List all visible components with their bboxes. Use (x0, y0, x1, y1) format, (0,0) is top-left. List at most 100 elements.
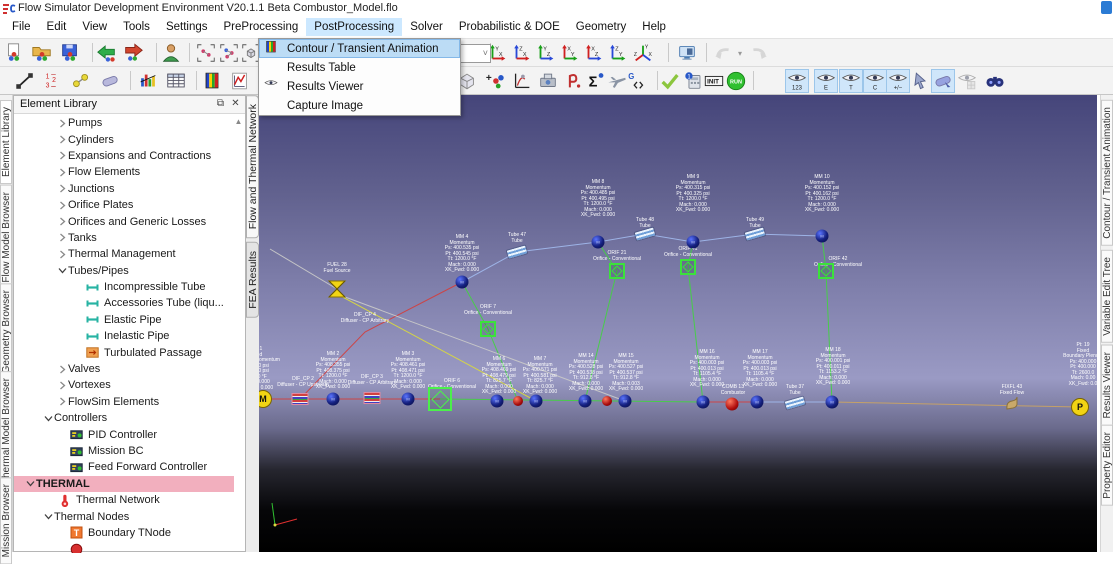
tab-property-editor[interactable]: Property Editor (1101, 425, 1113, 506)
momentum-node[interactable]: M (687, 236, 700, 249)
view-xz-icon[interactable]: XZ (582, 41, 606, 65)
tab-contour-transient-animation[interactable]: Contour / Transient Animation (1101, 100, 1113, 246)
renumber-icon[interactable]: 123 (41, 69, 65, 93)
show-signs-icon[interactable]: +/− (886, 69, 910, 93)
import-icon[interactable] (95, 41, 119, 65)
fit-selection-icon[interactable] (194, 41, 218, 65)
tab-flow-model-browser[interactable]: Flow Model Browser (0, 185, 12, 290)
menu-view[interactable]: View (74, 18, 115, 36)
momentum-node[interactable]: M (826, 396, 839, 409)
diffuser-element[interactable] (292, 393, 309, 405)
chevron-right-icon[interactable] (56, 184, 68, 193)
contour-display-icon[interactable] (200, 69, 224, 93)
tube-element-icon[interactable] (98, 69, 122, 93)
show-elements-icon[interactable]: E (814, 69, 838, 93)
chevron-right-icon[interactable] (56, 250, 68, 259)
open-model-icon[interactable] (30, 41, 54, 65)
chevron-right-icon[interactable] (56, 397, 68, 406)
curve-p-icon[interactable] (562, 69, 586, 93)
momentum-node[interactable]: M (697, 396, 710, 409)
momentum-node[interactable]: M (402, 393, 415, 406)
menu-postprocessing[interactable]: PostProcessing (306, 18, 402, 36)
tree-item-partial[interactable] (14, 541, 234, 553)
menu-tools[interactable]: Tools (115, 18, 158, 36)
scroll-up-icon[interactable]: ▲ (232, 117, 245, 126)
run-icon[interactable]: RUN (724, 69, 748, 93)
chain-icon[interactable] (69, 69, 93, 93)
menu-probabilistic-doe[interactable]: Probabilistic & DOE (451, 18, 568, 36)
menu-geometry[interactable]: Geometry (568, 18, 635, 36)
chevron-down-icon[interactable] (24, 479, 36, 488)
fixed-flow-element[interactable] (1004, 396, 1020, 410)
menu-solver[interactable]: Solver (402, 18, 451, 36)
canvas-tab-flow-and-thermal-network[interactable]: Flow and Thermal Network (246, 95, 259, 238)
show-connections-icon[interactable]: C (863, 69, 887, 93)
menu-file[interactable]: File (4, 18, 39, 36)
view-zx-icon[interactable]: ZX (510, 41, 534, 65)
orifice-element[interactable] (428, 387, 452, 411)
user-profile-icon[interactable] (159, 41, 183, 65)
create-element-icon[interactable] (13, 69, 37, 93)
menu-preprocessing[interactable]: PreProcessing (216, 18, 307, 36)
tree-item-turbulated-passage[interactable]: Turbulated Passage (14, 344, 234, 360)
tree-item-accessories-tube-liqu-[interactable]: Accessories Tube (liqu... (14, 295, 234, 311)
element-node[interactable] (602, 396, 612, 406)
combustor-element[interactable] (726, 398, 739, 411)
find-binoculars-icon[interactable] (983, 69, 1007, 93)
chevron-right-icon[interactable] (56, 381, 68, 390)
redo-icon[interactable] (746, 41, 770, 65)
fit-network-icon[interactable] (217, 41, 241, 65)
tree-item-elastic-pipe[interactable]: Elastic Pipe (14, 312, 234, 328)
chevron-down-icon[interactable] (56, 266, 68, 275)
show-grid-icon[interactable] (955, 69, 979, 93)
tree-item-tubes-pipes[interactable]: Tubes/Pipes (14, 263, 234, 279)
tree-item-valves[interactable]: Valves (14, 361, 234, 377)
undo-icon[interactable] (712, 41, 736, 65)
momentum-node[interactable]: M (491, 395, 504, 408)
chevron-right-icon[interactable] (56, 365, 68, 374)
boundary-node[interactable]: P (1071, 398, 1089, 416)
element-node[interactable] (513, 396, 523, 406)
chevron-right-icon[interactable] (56, 168, 68, 177)
momentum-node[interactable]: M (816, 230, 829, 243)
momentum-node[interactable]: M (456, 276, 469, 289)
menu-item-contour-transient-animation[interactable]: Contour / Transient Animation (259, 39, 460, 58)
tab-element-library[interactable]: Element Library (0, 100, 12, 184)
orifice-element[interactable] (680, 259, 696, 275)
tree-item-flow-elements[interactable]: Flow Elements (14, 164, 234, 180)
view-yz-icon[interactable]: YZ (534, 41, 558, 65)
canvas-tab-fea-results[interactable]: FEA Results (246, 242, 259, 318)
float-panel-button[interactable]: ⧉ (214, 98, 227, 109)
new-model-icon[interactable] (2, 41, 26, 65)
menu-edit[interactable]: Edit (39, 18, 75, 36)
tree-item-mission-bc[interactable]: Mission BC (14, 443, 234, 459)
menu-item-results-viewer[interactable]: Results Viewer (259, 77, 460, 96)
menu-item-capture-image[interactable]: Capture Image (259, 96, 460, 115)
tree-item-thermal-management[interactable]: Thermal Management (14, 246, 234, 262)
tree-scrollbar[interactable]: ▲ (232, 115, 245, 553)
tab-results-viewer[interactable]: Results Viewer (1101, 345, 1113, 426)
screen-layout-icon[interactable] (675, 41, 699, 65)
results-plot-icon[interactable] (228, 69, 252, 93)
pointer-icon[interactable] (908, 69, 932, 93)
fuel-source-element[interactable] (324, 279, 350, 299)
view-iso-icon[interactable]: YZX (631, 41, 655, 65)
momentum-node[interactable]: M (530, 395, 543, 408)
undo-dropdown-caret[interactable]: ▾ (738, 49, 742, 58)
chevron-right-icon[interactable] (56, 119, 68, 128)
chevron-right-icon[interactable] (56, 201, 68, 210)
tab-mission-browser[interactable]: Mission Browser (0, 477, 12, 564)
tree-item-inelastic-pipe[interactable]: Inelastic Pipe (14, 328, 234, 344)
momentum-node[interactable]: M (579, 395, 592, 408)
tree-item-junctions[interactable]: Junctions (14, 181, 234, 197)
export-icon[interactable] (121, 41, 145, 65)
close-panel-button[interactable]: ✕ (229, 98, 242, 109)
chevron-right-icon[interactable] (56, 233, 68, 242)
orifice-element[interactable] (818, 263, 834, 279)
save-model-icon[interactable] (58, 41, 82, 65)
tree-item-tanks[interactable]: Tanks (14, 230, 234, 246)
titlebar-corner-icon[interactable] (1101, 1, 1112, 14)
add-node-icon[interactable]: + (483, 69, 507, 93)
tree-item-incompressible-tube[interactable]: Incompressible Tube (14, 279, 234, 295)
tab-thermal-model-browser[interactable]: Thermal Model Browser (0, 371, 12, 491)
